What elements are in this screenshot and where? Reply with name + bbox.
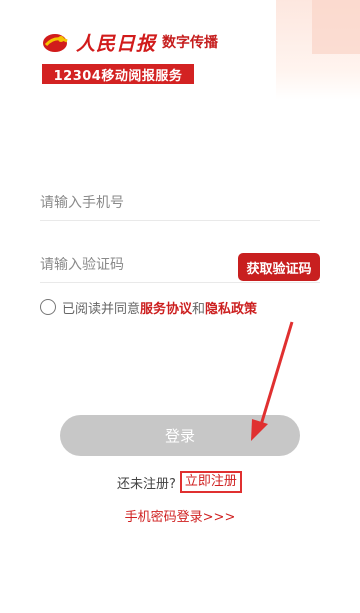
annotation-arrow-icon — [251, 321, 294, 441]
